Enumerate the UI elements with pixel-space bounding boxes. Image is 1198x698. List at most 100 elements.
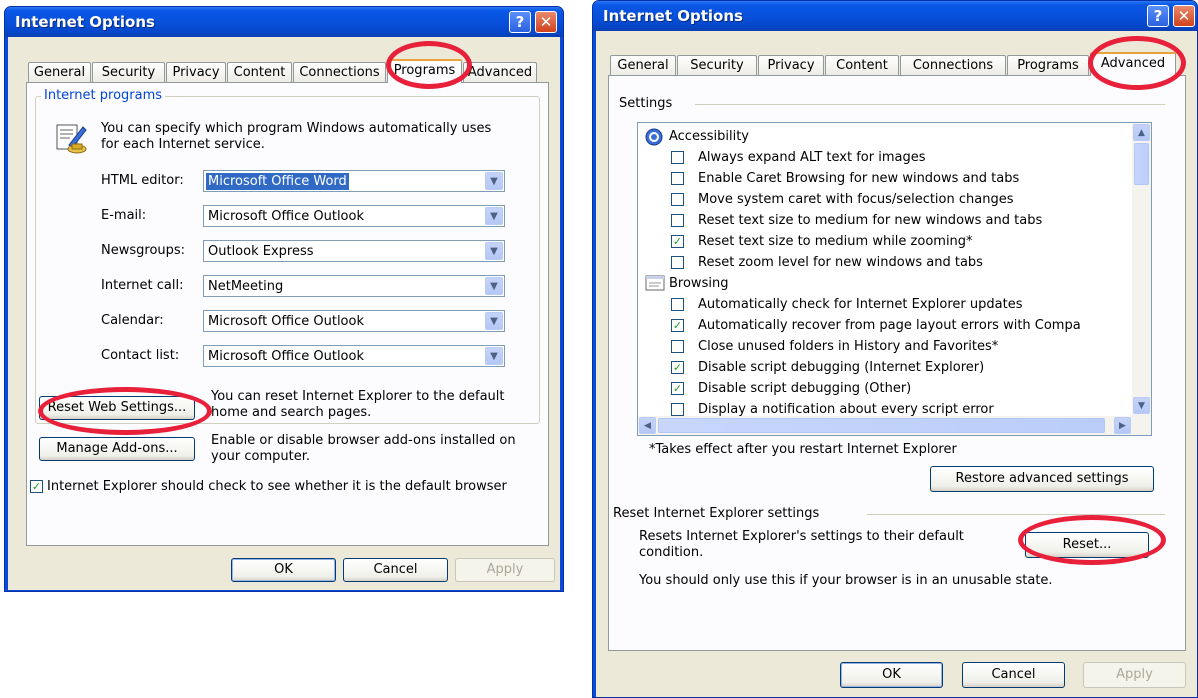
tab-label: Security xyxy=(101,65,156,80)
scroll-up-icon[interactable]: ▲ xyxy=(1133,124,1150,141)
tab-content[interactable]: Content xyxy=(227,62,292,83)
accessibility-icon xyxy=(645,128,663,146)
internet-programs-group-label: Internet programs xyxy=(41,88,166,103)
chevron-down-icon[interactable]: ▼ xyxy=(485,207,503,225)
manage-addons-button[interactable]: Manage Add-ons... xyxy=(39,437,195,461)
cancel-button[interactable]: Cancel xyxy=(962,662,1065,688)
settings-option-label: Always expand ALT text for images xyxy=(698,150,926,165)
settings-option-label: Enable Caret Browsing for new windows an… xyxy=(698,171,1020,186)
settings-option-checkbox[interactable] xyxy=(671,403,684,416)
settings-option-label: Close unused folders in History and Favo… xyxy=(698,339,999,354)
settings-option[interactable]: Close unused folders in History and Favo… xyxy=(638,337,1132,357)
reset-ie-desc-2: condition. xyxy=(639,545,704,560)
settings-option-checkbox[interactable] xyxy=(671,193,684,206)
email-select[interactable]: Microsoft Office Outlook ▼ xyxy=(203,205,505,227)
settings-option-checkbox[interactable] xyxy=(671,340,684,353)
tab-programs[interactable]: Programs xyxy=(1007,55,1089,76)
settings-option[interactable]: Reset text size to medium for new window… xyxy=(638,211,1132,231)
newsgroups-value: Outlook Express xyxy=(208,244,314,259)
cancel-button[interactable]: Cancel xyxy=(343,558,448,582)
settings-option-checkbox[interactable]: ✓ xyxy=(671,235,684,248)
tab-label: Advanced xyxy=(1100,56,1166,71)
chevron-down-icon[interactable]: ▼ xyxy=(485,172,503,190)
settings-option[interactable]: ✓ Disable script debugging (Internet Expl… xyxy=(638,358,1132,378)
tab-general[interactable]: General xyxy=(610,55,676,76)
settings-category: Accessibility xyxy=(638,127,1132,147)
reset-web-settings-button[interactable]: Reset Web Settings... xyxy=(39,396,195,420)
scroll-left-icon[interactable]: ◀ xyxy=(639,417,656,434)
settings-option-checkbox[interactable]: ✓ xyxy=(671,361,684,374)
default-browser-checkbox[interactable]: ✓ xyxy=(30,480,43,493)
help-icon[interactable]: ? xyxy=(1147,5,1169,27)
apply-label: Apply xyxy=(1116,667,1153,682)
settings-option[interactable]: ✓ Disable script debugging (Other) xyxy=(638,379,1132,399)
settings-category: Browsing xyxy=(638,274,1132,294)
settings-option-label: Reset text size to medium for new window… xyxy=(698,213,1043,228)
tab-connections[interactable]: Connections xyxy=(293,62,386,83)
restore-advanced-settings-button[interactable]: Restore advanced settings xyxy=(930,466,1154,492)
calendar-select[interactable]: Microsoft Office Outlook ▼ xyxy=(203,310,505,332)
help-icon[interactable]: ? xyxy=(509,11,531,33)
settings-option[interactable]: ✓ Reset text size to medium while zooming… xyxy=(638,232,1132,252)
horizontal-scrollbar[interactable]: ◀ ▶ xyxy=(638,416,1151,435)
chevron-down-icon[interactable]: ▼ xyxy=(485,312,503,330)
settings-option[interactable]: Always expand ALT text for images xyxy=(638,148,1132,168)
internet-call-label: Internet call: xyxy=(101,278,184,293)
chevron-down-icon[interactable]: ▼ xyxy=(485,277,503,295)
settings-option-label: Move system caret with focus/selection c… xyxy=(698,192,1014,207)
scroll-thumb[interactable] xyxy=(1134,143,1149,185)
left-title-bar[interactable]: Internet Options ? ✕ xyxy=(5,7,563,37)
tab-label: Connections xyxy=(299,65,380,80)
settings-option-checkbox[interactable] xyxy=(671,298,684,311)
scroll-right-icon[interactable]: ▶ xyxy=(1114,417,1131,434)
close-icon[interactable]: ✕ xyxy=(1173,5,1195,27)
settings-option-checkbox[interactable]: ✓ xyxy=(671,382,684,395)
chevron-down-icon[interactable]: ▼ xyxy=(485,347,503,365)
settings-option[interactable]: Automatically check for Internet Explore… xyxy=(638,295,1132,315)
tab-connections[interactable]: Connections xyxy=(900,55,1006,76)
settings-option-checkbox[interactable] xyxy=(671,172,684,185)
contact-list-select[interactable]: Microsoft Office Outlook ▼ xyxy=(203,345,505,367)
default-browser-check-label: Internet Explorer should check to see wh… xyxy=(47,479,507,494)
scroll-down-icon[interactable]: ▼ xyxy=(1133,397,1150,414)
settings-option[interactable]: ✓ Automatically recover from page layout … xyxy=(638,316,1132,336)
chevron-down-icon[interactable]: ▼ xyxy=(485,242,503,260)
tab-label: Content xyxy=(836,58,888,73)
cancel-label: Cancel xyxy=(991,667,1036,682)
tab-programs[interactable]: Programs xyxy=(387,59,462,83)
tab-privacy[interactable]: Privacy xyxy=(758,55,824,76)
html-editor-select[interactable]: Microsoft Office Word ▼ xyxy=(203,170,505,192)
settings-option[interactable]: Move system caret with focus/selection c… xyxy=(638,190,1132,210)
settings-option[interactable]: Enable Caret Browsing for new windows an… xyxy=(638,169,1132,189)
contact-list-value: Microsoft Office Outlook xyxy=(208,349,364,364)
right-title-bar[interactable]: Internet Options ? ✕ xyxy=(593,1,1197,31)
settings-option-checkbox[interactable] xyxy=(671,214,684,227)
vertical-scrollbar[interactable]: ▲ ▼ xyxy=(1132,123,1151,417)
settings-option-checkbox[interactable]: ✓ xyxy=(671,319,684,332)
settings-option-checkbox[interactable] xyxy=(671,151,684,164)
tab-content[interactable]: Content xyxy=(825,55,899,76)
settings-category-label: Browsing xyxy=(669,276,729,291)
internet-call-select[interactable]: NetMeeting ▼ xyxy=(203,275,505,297)
reset-button[interactable]: Reset... xyxy=(1025,532,1149,558)
tab-advanced[interactable]: Advanced xyxy=(1090,52,1176,76)
settings-category-label: Accessibility xyxy=(669,129,749,144)
settings-option[interactable]: Reset zoom level for new windows and tab… xyxy=(638,253,1132,273)
newsgroups-select[interactable]: Outlook Express ▼ xyxy=(203,240,505,262)
tab-general[interactable]: General xyxy=(28,62,91,83)
tab-security[interactable]: Security xyxy=(677,55,757,76)
apply-button[interactable]: Apply xyxy=(455,558,555,582)
tab-privacy[interactable]: Privacy xyxy=(166,62,226,83)
settings-option-checkbox[interactable] xyxy=(671,256,684,269)
apply-button[interactable]: Apply xyxy=(1083,662,1186,688)
ok-button[interactable]: OK xyxy=(840,662,943,688)
close-icon[interactable]: ✕ xyxy=(535,11,557,33)
ok-label: OK xyxy=(274,562,293,577)
ok-button[interactable]: OK xyxy=(231,558,336,582)
programs-icon xyxy=(56,124,87,154)
horizontal-scroll-thumb[interactable] xyxy=(658,418,1105,433)
tab-security[interactable]: Security xyxy=(92,62,165,83)
tab-label: Connections xyxy=(912,58,994,73)
advanced-settings-list[interactable]: Accessibility Always expand ALT text for … xyxy=(637,122,1152,436)
tab-advanced[interactable]: Advanced xyxy=(463,62,537,83)
